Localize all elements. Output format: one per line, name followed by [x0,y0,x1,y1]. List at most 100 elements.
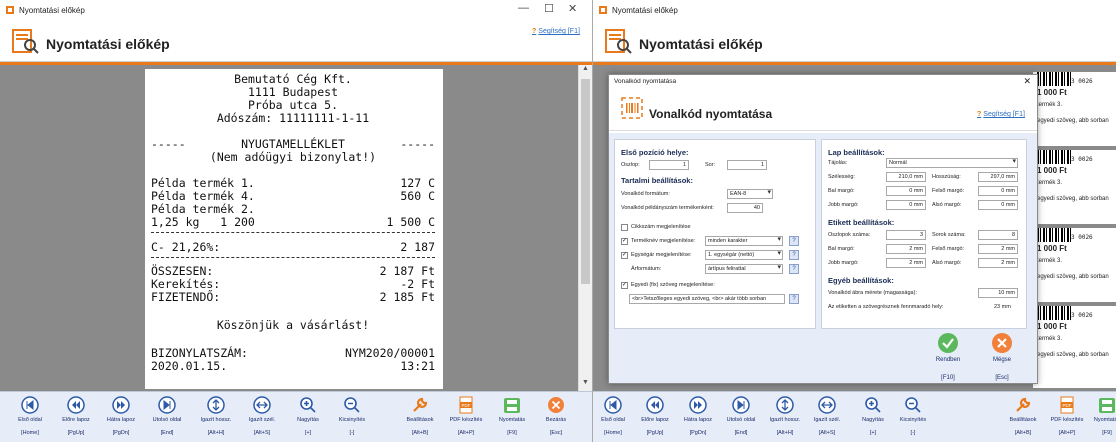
page-settings-heading: Lap beállítások: [828,148,885,157]
product-name-select[interactable]: minden karakter [705,236,783,246]
window-header: Nyomtatási előkép ? Segítség [F1] [0,20,592,62]
help-icon[interactable]: ? [789,250,799,260]
toolbar-label: Kicsinyítés [899,417,927,423]
remaining-space-value: 23 mm [994,304,1011,310]
height-label: Hosszúság: [932,174,961,180]
orientation-label: Tájolás: [828,160,848,166]
unit-price-select[interactable]: 1. egységár (nettó) [705,250,783,260]
toolbar-button-fit-width[interactable]: Igazít szél. [Alt+S] [239,392,285,442]
barcode-label: 3 0026 1 000 Ft termék 3. egyedi szöveg,… [1033,150,1116,224]
label-bottom-margin-input[interactable]: 2 mm [978,258,1018,268]
custom-text-checkbox[interactable]: ✓ [621,282,628,289]
product-name-checkbox[interactable]: ✓ [621,238,628,245]
price-format-label: Árformátum: [631,266,662,272]
toolbar-shortcut: [F9] [1102,430,1112,436]
toolbar-button-prev-page[interactable]: Előre lapoz [PgUp] [53,392,99,442]
toolbar-button-fit-height[interactable]: Igazít hossz. [Alt+H] [193,392,239,442]
bottom-margin-input[interactable]: 0 mm [978,200,1018,210]
preview-area[interactable]: Bemutató Cég Kft. 1111 Budapest Próba ut… [0,65,578,391]
custom-text-input[interactable]: <br>Tetszőleges egyedi szöveg, <br> akár… [629,294,785,304]
toolbar-shortcut: [-] [349,430,355,436]
printer-icon [1099,398,1115,413]
toolbar-button-first-page[interactable]: Első oldal [Home] [7,392,53,442]
column-input[interactable]: 1 [649,160,689,170]
print-preview-window: Nyomtatási előkép — ☐ ✕ Nyomtatási előké… [0,0,592,442]
page-settings-panel: Lap beállítások: Tájolás: Normál Széless… [821,139,1027,329]
toolbar-button-pdf[interactable]: PDF PDF készítés [Alt+P] [443,392,489,442]
barcode-image [1037,228,1073,242]
format-select[interactable]: EAN-8 [727,189,773,199]
toolbar-button-next-page[interactable]: Hátra lapoz [PgDn] [98,392,144,442]
copies-input[interactable]: 40 [727,203,763,213]
scroll-up-icon[interactable]: ▲ [579,65,592,77]
minimize-icon[interactable]: — [518,2,529,14]
help-icon[interactable]: ? [789,236,799,246]
close-icon[interactable]: ✕ [1023,76,1031,87]
last-page-icon [158,396,176,414]
dialog-title: Vonalkód nyomtatása [649,107,773,121]
unit-price-checkbox[interactable]: ✓ [621,252,628,259]
prev-page-icon [67,396,85,414]
toolbar-button-last-page[interactable]: Utolsó oldal [End] [144,392,190,442]
close-circle-icon [548,397,564,413]
height-input[interactable]: 297,0 mm [978,172,1018,182]
tax-id: Adószám: 11111111-1-11 [216,111,370,125]
scroll-down-icon[interactable]: ▼ [579,379,592,391]
columns-input[interactable]: 3 [886,230,926,240]
ok-button[interactable]: Rendben [F10] [923,333,973,387]
zoom-out-icon [905,397,921,413]
first-page-icon [604,396,622,414]
orientation-select[interactable]: Normál [886,158,1018,168]
pdf-icon: PDF [1060,396,1074,414]
copies-label: Vonalkód példányszám termékenként: [621,205,714,211]
column-label: Oszlop: [621,162,640,168]
right-margin-input[interactable]: 0 mm [886,200,926,210]
divider [151,232,435,233]
price-format-select[interactable]: ártípus felirattal [705,264,783,274]
row-label: Sor: [705,162,716,168]
fit-height-icon [776,396,794,414]
maximize-icon[interactable]: ☐ [544,2,554,15]
page-title: Nyomtatási előkép [46,36,170,52]
toolbar-button-fit-width[interactable]: Igazít szél. [Alt+S] [804,392,850,442]
help-icon[interactable]: ? [789,264,799,274]
close-icon[interactable]: ✕ [568,2,577,15]
other-settings-heading: Egyéb beállítások: [828,276,894,285]
custom-text-label: Egyedi (fix) szöveg megjelenítése: [631,282,715,288]
label-right-margin-input[interactable]: 2 mm [886,258,926,268]
zoom-in-icon [865,397,881,413]
item-code-checkbox[interactable] [621,224,628,231]
rows-label: Sorok száma: [932,232,966,238]
toolbar-button-close-circle[interactable]: Bezárás [Esc] [533,392,579,442]
help-link[interactable]: ? Segítség [F1] [532,28,580,35]
label-top-margin-input[interactable]: 2 mm [978,244,1018,254]
barcode-height-label: Vonalkód ábra mérete (magassága): [828,290,917,296]
barcode-height-input[interactable]: 10 mm [978,288,1018,298]
print-preview-icon [605,29,632,54]
rows-input[interactable]: 8 [978,230,1018,240]
fit-height-icon [207,396,225,414]
doc-subtitle: (Nem adóügyi bizonylat!) [209,150,377,164]
toolbar-button-zoom-out[interactable]: Kicsinyítés [-] [890,392,936,442]
width-input[interactable]: 210,0 mm [886,172,926,182]
toolbar-button-printer[interactable]: Nyomtatás [F9] [1084,392,1116,442]
fit-width-icon [818,396,836,414]
help-link[interactable]: ? Segítség [F1] [977,111,1025,118]
cancel-button[interactable]: Mégse [Esc] [977,333,1027,387]
left-margin-input[interactable]: 0 mm [886,186,926,196]
toolbar-button-wrench[interactable]: Beállítások [Alt+B] [397,392,443,442]
toolbar-button-zoom-out[interactable]: Kicsinyítés [-] [329,392,375,442]
help-icon: ? [532,28,537,35]
zoom-out-icon [344,397,360,413]
help-icon[interactable]: ? [789,294,799,304]
label-settings-heading: Etikett beállítások: [828,218,895,227]
scroll-thumb[interactable] [581,79,590,284]
top-margin-input[interactable]: 0 mm [978,186,1018,196]
row-input[interactable]: 1 [727,160,767,170]
toolbar-label: Nyomtatás [1093,417,1116,423]
label-left-margin-input[interactable]: 2 mm [886,244,926,254]
barcode-label: 3 0026 1 000 Ft termék 3. egyedi szöveg,… [1033,306,1116,388]
vertical-scrollbar[interactable]: ▲ ▼ [578,65,592,391]
thanks-text: Köszönjük a vásárlást! [216,318,370,332]
barcode-print-dialog: Vonalkód nyomtatása ✕ Vonalkód nyomtatás… [608,74,1038,384]
